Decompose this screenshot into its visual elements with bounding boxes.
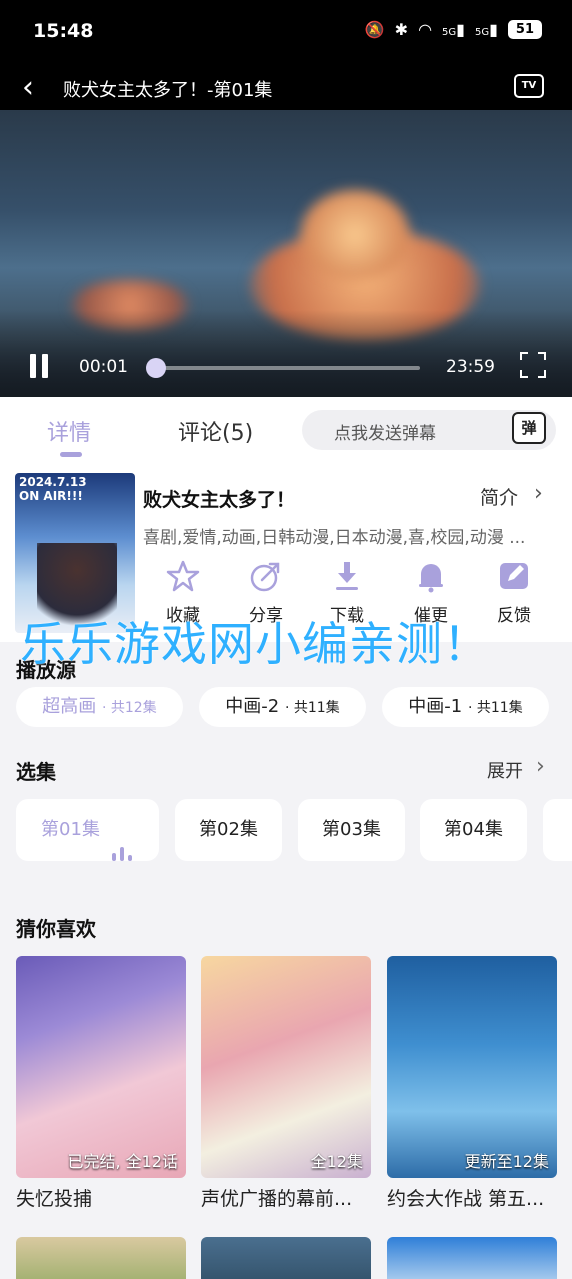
recommend-card-title[interactable]: 约会大作战 第五... — [387, 1184, 557, 1211]
danmu-placeholder: 点我发送弹幕 — [334, 424, 436, 444]
tab-details[interactable]: 详情 — [47, 415, 91, 447]
episode-item[interactable]: 第02集 — [175, 799, 282, 861]
current-time: 00:01 — [79, 357, 128, 377]
recommend-card[interactable]: 更新至12集 — [387, 956, 557, 1178]
show-title: 败犬女主太多了！ — [143, 489, 296, 511]
show-tags: 喜剧,爱情,动画,日韩动漫,日本动漫,喜,校园,动漫 ... — [143, 528, 526, 548]
player-controls: 00:01 23:59 — [0, 348, 572, 388]
recommend-badge: 全12集 — [310, 1152, 363, 1171]
share-icon — [250, 562, 280, 592]
signal-icon: 5G▮ — [474, 20, 498, 39]
recommend-card[interactable]: 已完结, 全12话 — [16, 956, 186, 1178]
recommend-card[interactable]: 全12集 — [201, 956, 371, 1178]
expand-link[interactable]: 展开 — [487, 757, 523, 783]
intro-link[interactable]: 简介 — [480, 483, 518, 510]
danmu-input[interactable]: 点我发送弹幕 弹 — [302, 410, 556, 450]
battery-icon: 51 — [507, 20, 542, 39]
status-icons: 🔕 ✱ ◠ 5G▮ 5G▮ 51 — [365, 20, 542, 39]
feedback-button[interactable]: 反馈 — [484, 559, 544, 626]
status-time: 15:48 — [33, 20, 94, 42]
recommend-card-title[interactable]: 失忆投捕 — [16, 1184, 188, 1211]
recommend-badge: 已完结, 全12话 — [67, 1152, 178, 1171]
bell-icon — [419, 564, 443, 593]
episode-item[interactable] — [543, 799, 572, 861]
playing-bars-icon — [110, 799, 134, 861]
signal-icon: 5G▮ — [442, 20, 465, 39]
star-icon — [166, 560, 200, 592]
pause-icon[interactable] — [28, 354, 52, 378]
danmu-icon[interactable]: 弹 — [512, 412, 546, 444]
video-frame — [300, 190, 410, 280]
bluetooth-icon: ✱ — [394, 20, 409, 39]
tab-indicator — [60, 452, 82, 457]
feedback-icon — [500, 563, 528, 589]
download-icon — [336, 562, 358, 590]
episode-item[interactable]: 第03集 — [298, 799, 405, 861]
player-top-bar: ‹ 败犬女主太多了！-第01集 TV — [0, 66, 572, 110]
recommend-card[interactable] — [387, 1237, 557, 1279]
tab-comments[interactable]: 评论(5) — [178, 415, 253, 447]
mute-icon: 🔕 — [364, 20, 385, 39]
recommend-badge: 更新至12集 — [464, 1152, 549, 1171]
detail-tabs: 详情 评论(5) 点我发送弹幕 弹 — [0, 397, 572, 467]
episode-item[interactable]: 第01集 — [16, 799, 159, 861]
chevron-right-icon[interactable]: › — [534, 481, 543, 506]
poster-text: 2024.7.13 ON AIR!!! — [19, 475, 87, 503]
back-icon[interactable]: ‹ — [22, 70, 34, 106]
video-title: 败犬女主太多了！-第01集 — [63, 80, 273, 101]
chevron-right-icon[interactable]: › — [536, 754, 545, 779]
progress-handle[interactable] — [146, 358, 167, 378]
wifi-icon: ◠ — [418, 20, 433, 39]
video-player[interactable]: 00:01 23:59 — [0, 110, 572, 397]
watermark-text: 乐乐游戏网小编亲测！ — [20, 617, 490, 671]
source-option[interactable]: 中画-2 · 共11集 — [199, 687, 366, 727]
progress-bar[interactable] — [146, 358, 420, 378]
recommend-title: 猜你喜欢 — [16, 917, 96, 941]
tv-cast-icon[interactable]: TV — [514, 74, 544, 98]
fullscreen-icon[interactable] — [520, 352, 546, 378]
feedback-label: 反馈 — [497, 606, 531, 626]
episodes-title: 选集 — [16, 760, 56, 784]
recommend-card-title[interactable]: 声优广播的幕前... — [201, 1184, 373, 1211]
recommend-card[interactable] — [201, 1237, 371, 1279]
duration: 23:59 — [446, 357, 495, 377]
recommend-card[interactable] — [16, 1237, 186, 1279]
status-bar: 15:48 🔕 ✱ ◠ 5G▮ 5G▮ 51 — [0, 0, 572, 66]
episode-item[interactable]: 第04集 — [420, 799, 527, 861]
source-option[interactable]: 超高画 · 共12集 — [16, 687, 183, 727]
source-option[interactable]: 中画-1 · 共11集 — [382, 687, 549, 727]
